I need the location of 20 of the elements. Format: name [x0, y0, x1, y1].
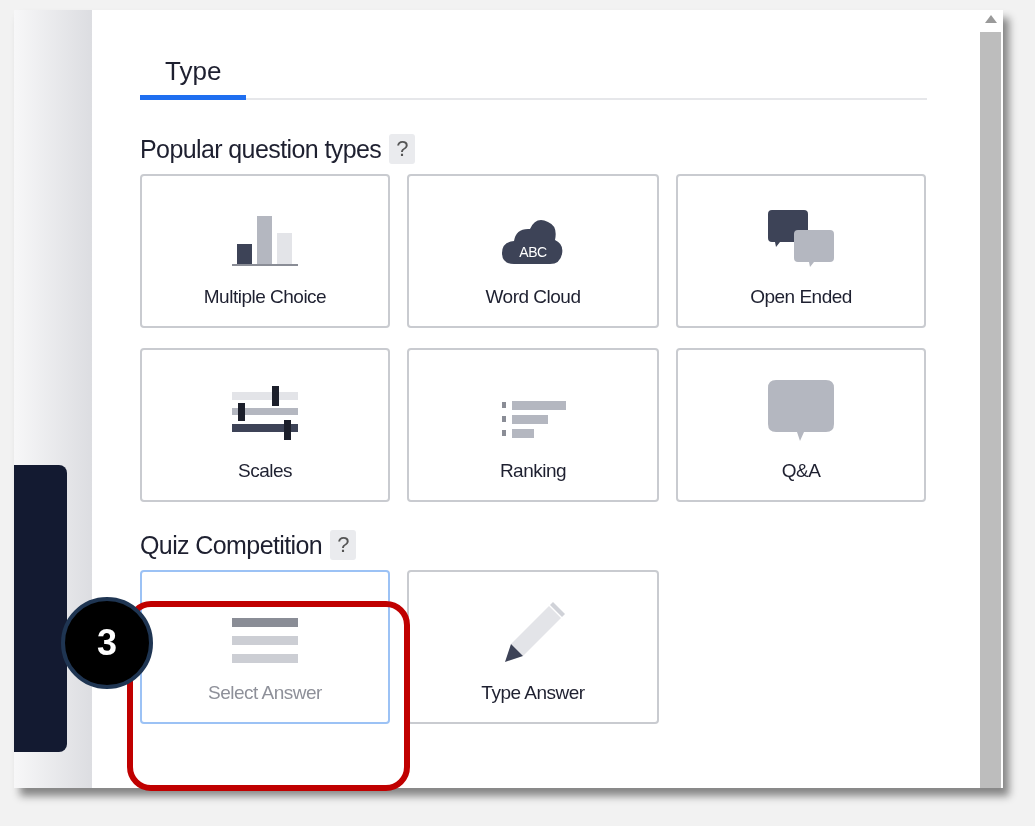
section-heading: Popular question types — [140, 134, 382, 164]
speech-bubble-icon — [768, 380, 834, 442]
question-type-card[interactable]: Multiple Choice — [140, 174, 390, 328]
sliders-icon — [232, 386, 298, 442]
scroll-up-arrow-icon[interactable] — [984, 15, 997, 23]
help-badge[interactable]: ? — [330, 530, 357, 560]
question-type-card[interactable]: Ranking — [407, 348, 659, 502]
tab[interactable]: Type — [140, 56, 247, 100]
question-type-card[interactable]: ABC Word Cloud — [407, 174, 659, 328]
help-badge[interactable]: ? — [389, 134, 416, 164]
text-lines-icon — [232, 618, 298, 664]
scrollbar[interactable] — [978, 10, 1003, 788]
section-heading: Quiz Competition — [140, 530, 323, 560]
chat-bubbles-icon — [768, 210, 834, 268]
question-type-card[interactable]: Scales — [140, 348, 390, 502]
question-type-card[interactable]: Open Ended — [676, 174, 926, 328]
bar-chart-icon — [232, 214, 298, 268]
question-type-card[interactable]: Type Answer — [407, 570, 659, 724]
question-type-card[interactable]: Q&A — [676, 348, 926, 502]
cloud-label: ABC — [519, 244, 547, 260]
